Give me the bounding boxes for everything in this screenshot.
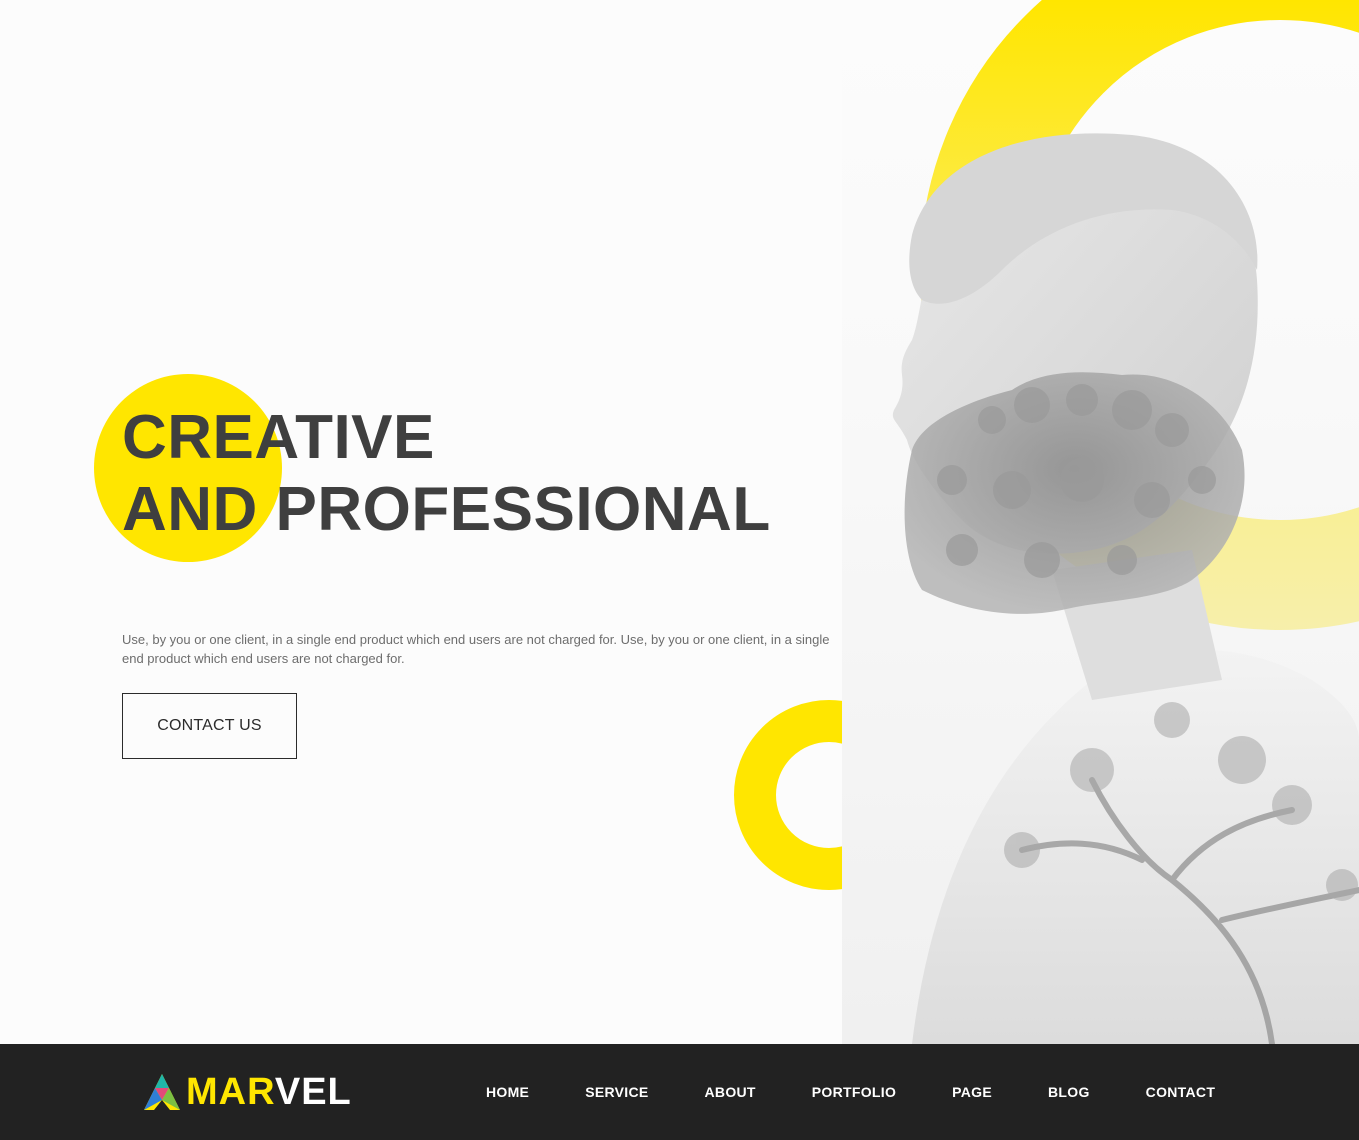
brand-name-part1: MAR (186, 1071, 275, 1113)
page: CREATIVE AND PROFESSIONAL Use, by you or… (0, 0, 1359, 1140)
marvel-logo-icon (144, 1074, 180, 1110)
nav-item-about[interactable]: ABOUT (705, 1084, 756, 1100)
hero-section: CREATIVE AND PROFESSIONAL Use, by you or… (0, 0, 1359, 1044)
hero-portrait-image (892, 133, 1359, 1044)
nav-item-page[interactable]: PAGE (952, 1084, 992, 1100)
brand-name: MARVEL (186, 1066, 352, 1118)
main-nav: HOME SERVICE ABOUT PORTFOLIO PAGE BLOG C… (486, 1044, 1215, 1140)
nav-item-contact[interactable]: CONTACT (1146, 1084, 1216, 1100)
hero-description: Use, by you or one client, in a single e… (122, 632, 830, 666)
bottom-navbar: MARVEL HOME SERVICE ABOUT PORTFOLIO PAGE… (0, 1044, 1359, 1140)
brand-name-part2: VEL (274, 1071, 352, 1113)
nav-item-home[interactable]: HOME (486, 1084, 529, 1100)
contact-us-button[interactable]: CONTACT US (122, 693, 297, 759)
nav-item-service[interactable]: SERVICE (585, 1084, 648, 1100)
nav-item-portfolio[interactable]: PORTFOLIO (812, 1084, 896, 1100)
headline-line-2: AND PROFESSIONAL (122, 475, 771, 544)
brand-logo[interactable]: MARVEL (140, 1066, 352, 1118)
hero-headline: CREATIVE AND PROFESSIONAL (122, 402, 771, 546)
nav-item-blog[interactable]: BLOG (1048, 1084, 1090, 1100)
headline-line-1: CREATIVE (122, 403, 435, 472)
decorative-yellow-ring-small (734, 700, 842, 890)
